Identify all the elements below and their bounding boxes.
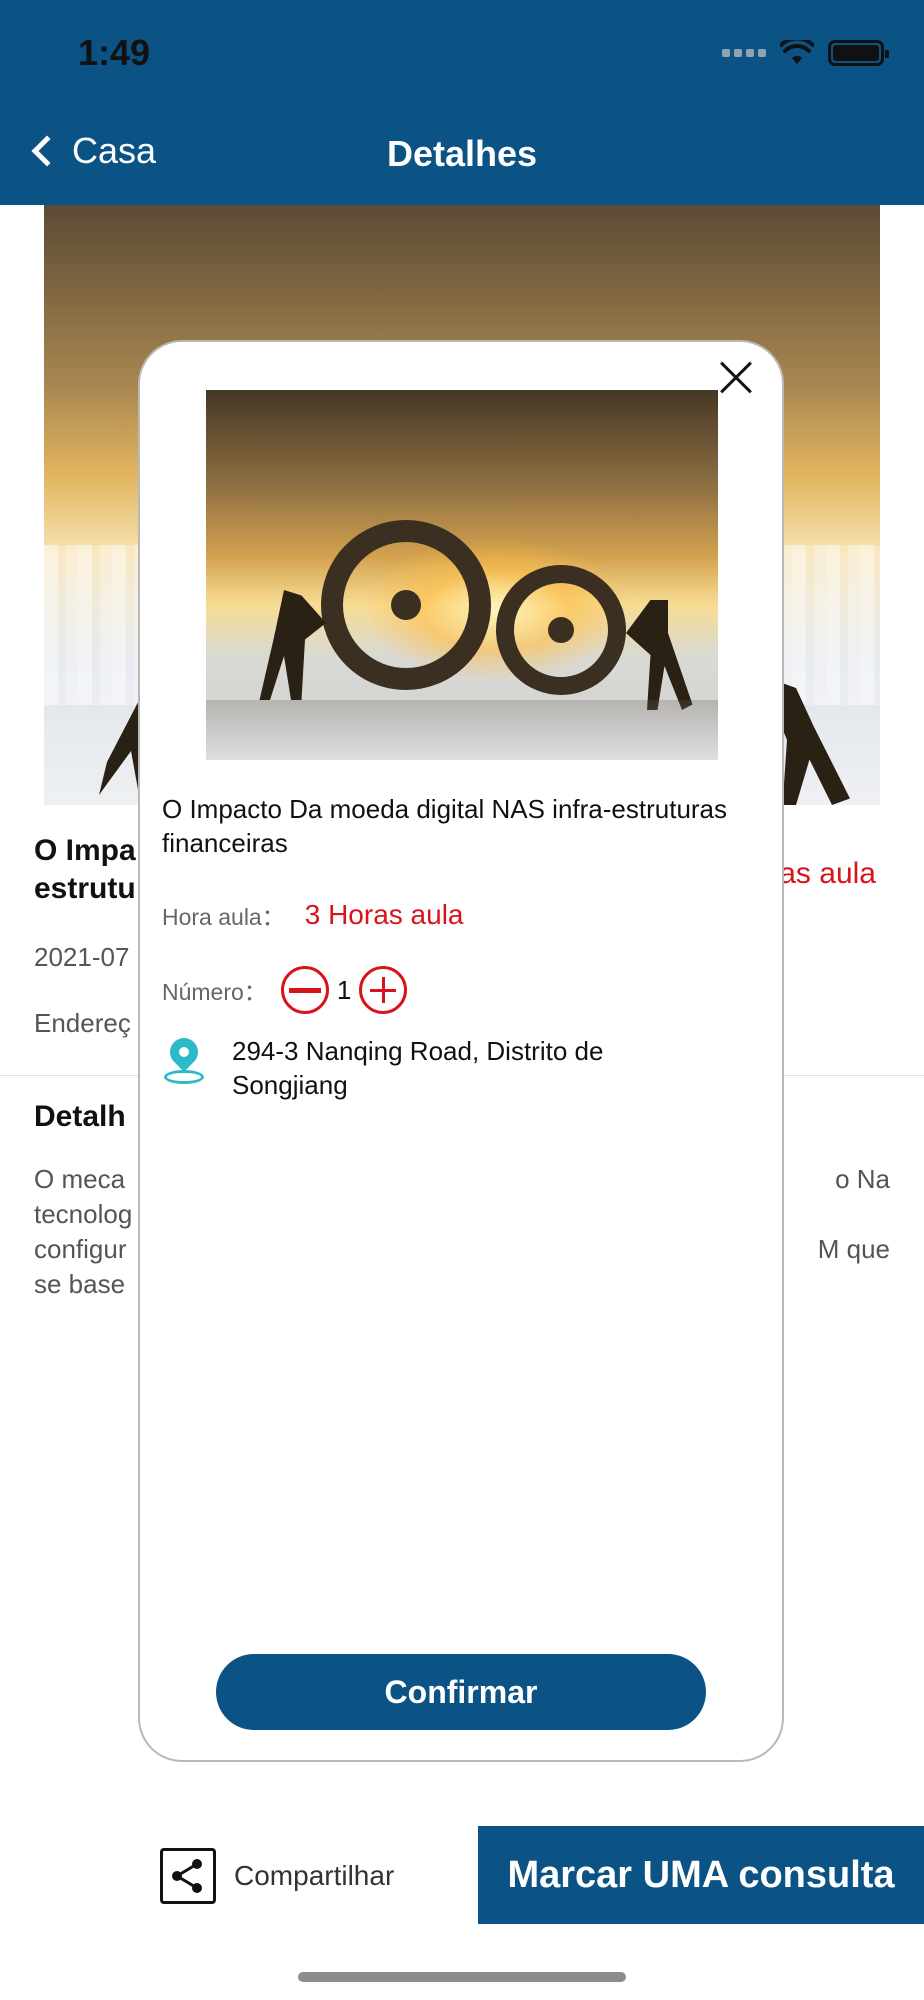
hours-label: Hora aula：: [162, 904, 285, 930]
modal-course-image: [206, 390, 718, 760]
confirm-button[interactable]: Confirmar: [216, 1654, 706, 1730]
battery-icon: [828, 40, 889, 66]
signal-icon: [722, 49, 766, 57]
number-label: Número：: [162, 979, 267, 1005]
modal-course-title: O Impacto Da moeda digital NAS infra-est…: [162, 794, 728, 858]
location-pin-icon: [162, 1032, 206, 1090]
booking-modal: O Impacto Da moeda digital NAS infra-est…: [138, 340, 784, 1762]
modal-address: 294-3 Nanqing Road, Distrito de Songjian…: [232, 1036, 604, 1100]
decrement-button[interactable]: [280, 966, 329, 1014]
book-consultation-button[interactable]: Marcar UMA consulta: [478, 1826, 924, 1924]
hours-value: 3 Horas aula: [304, 899, 464, 930]
status-time: 1:49: [78, 32, 151, 73]
increment-button[interactable]: [359, 966, 408, 1014]
top-bar: 1:49 Casa Detalhes: [0, 0, 924, 205]
course-address: Endereç: [34, 1008, 131, 1038]
page-title: Detalhes: [386, 133, 538, 174]
wifi-icon: [780, 40, 814, 64]
location-row: 294-3 Nanqing Road, Distrito de Songjian…: [162, 1032, 652, 1102]
minus-icon: [288, 988, 321, 993]
course-date: 2021-07: [34, 942, 130, 972]
details-section-title: Detalh: [34, 1100, 126, 1133]
course-hours: as aula: [779, 857, 876, 890]
home-indicator[interactable]: [298, 1972, 626, 1982]
details-body-right: o Na M que: [817, 1164, 890, 1264]
share-button[interactable]: Compartilhar: [160, 1848, 394, 1904]
details-body-left: O meca tecnolog configur se base: [34, 1164, 133, 1299]
quantity-value: 1: [336, 974, 352, 1005]
quantity-row: Número： 1: [162, 966, 408, 1014]
hours-row: Hora aula： 3 Horas aula: [162, 898, 464, 932]
status-icons: [722, 40, 889, 66]
share-label: Compartilhar: [234, 1860, 395, 1891]
share-icon: [160, 1848, 216, 1904]
